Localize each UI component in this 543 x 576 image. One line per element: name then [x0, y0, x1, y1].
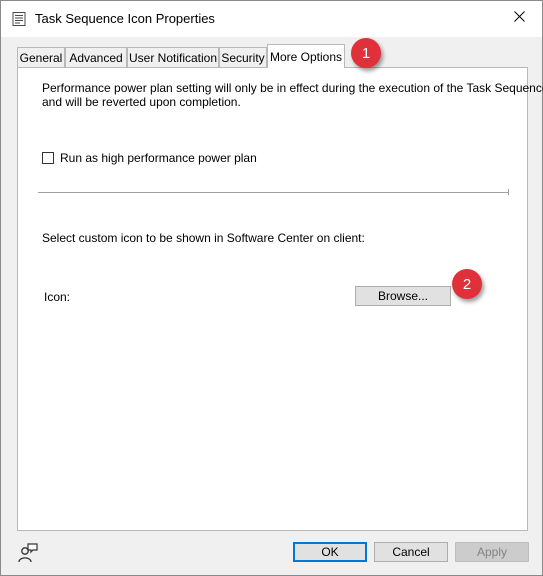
tab-user-notification[interactable]: User Notification: [127, 47, 219, 67]
power-plan-note-line1: Performance power plan setting will only…: [42, 81, 543, 95]
custom-icon-section-label: Select custom icon to be shown in Softwa…: [42, 231, 365, 245]
power-plan-note-line2: and will be reverted upon completion.: [42, 95, 241, 109]
tab-more-options[interactable]: More Options: [267, 44, 345, 68]
section-divider-end: [508, 189, 509, 195]
section-divider: [38, 192, 508, 194]
title-bar[interactable]: Task Sequence Icon Properties: [1, 1, 542, 37]
properties-window-icon: [11, 11, 27, 27]
ok-button[interactable]: OK: [293, 542, 367, 562]
cancel-button[interactable]: Cancel: [374, 542, 448, 562]
close-icon: [513, 11, 525, 25]
annotation-badge-1: 1: [351, 38, 381, 68]
properties-dialog: Task Sequence Icon Properties General Ad…: [0, 0, 543, 576]
browse-button[interactable]: Browse...: [355, 286, 451, 306]
high-performance-checkbox-label[interactable]: Run as high performance power plan: [60, 151, 257, 165]
tab-advanced[interactable]: Advanced: [65, 47, 127, 67]
close-button[interactable]: [496, 1, 542, 35]
user-help-icon[interactable]: [17, 542, 39, 564]
window-title: Task Sequence Icon Properties: [35, 11, 215, 26]
icon-label: Icon:: [44, 290, 71, 304]
apply-button[interactable]: Apply: [455, 542, 529, 562]
more-options-panel: Performance power plan setting will only…: [17, 67, 543, 531]
annotation-badge-2: 2: [452, 269, 482, 299]
tab-general[interactable]: General: [17, 47, 65, 67]
tab-security[interactable]: Security: [219, 47, 267, 67]
high-performance-checkbox[interactable]: [42, 152, 54, 164]
